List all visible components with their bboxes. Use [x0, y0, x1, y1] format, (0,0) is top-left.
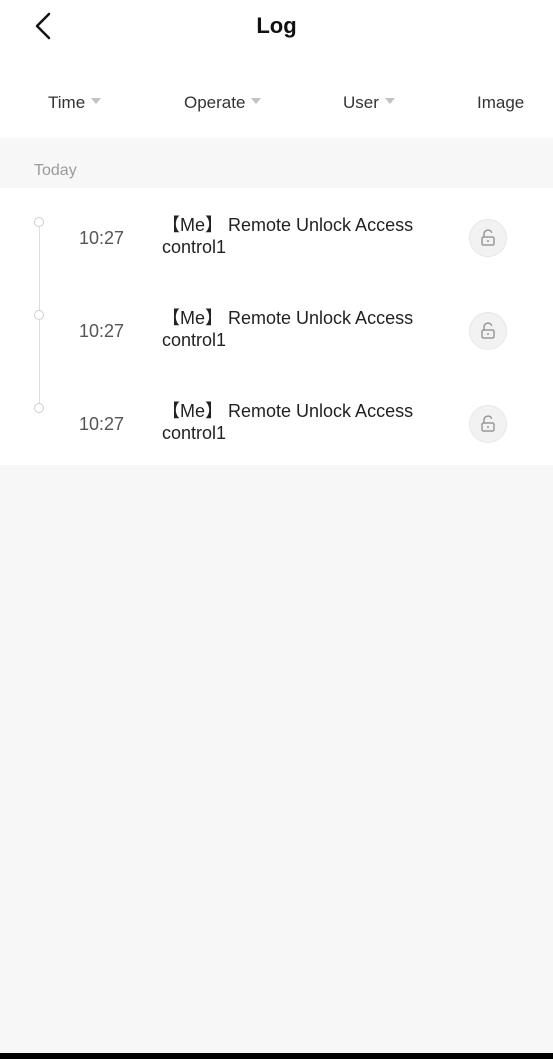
bottom-edge — [0, 1053, 553, 1059]
log-description: 【Me】 Remote Unlock Access control1 — [162, 308, 414, 350]
page-title: Log — [256, 13, 297, 38]
unlock-icon — [481, 415, 495, 432]
unlock-badge — [469, 405, 507, 443]
log-description: 【Me】 Remote Unlock Access control1 — [162, 401, 414, 443]
filter-user[interactable]: User — [343, 93, 395, 113]
top-bar: Log Time Operate User Image — [0, 0, 553, 138]
unlock-badge — [469, 219, 507, 257]
filter-operate[interactable]: Operate — [184, 93, 262, 113]
section-label-today: Today — [34, 162, 77, 179]
caret-down-icon — [384, 98, 395, 104]
log-time: 10:27 — [79, 321, 125, 341]
log-description: 【Me】 Remote Unlock Access control1 — [162, 215, 414, 257]
log-time: 10:27 — [79, 228, 125, 248]
filter-image-label: Image — [477, 93, 525, 112]
caret-down-icon — [251, 98, 262, 104]
log-time: 10:27 — [79, 414, 125, 434]
section-header: Today — [0, 138, 553, 188]
filter-user-label: User — [343, 93, 379, 112]
log-entry[interactable]: 10:27 【Me】 Remote Unlock Access control1 — [0, 293, 553, 373]
log-list: 10:27 【Me】 Remote Unlock Access control1… — [0, 188, 553, 465]
caret-down-icon — [91, 98, 102, 104]
unlock-badge — [469, 312, 507, 350]
filter-operate-label: Operate — [184, 93, 246, 112]
unlock-icon — [481, 229, 495, 246]
log-entry[interactable]: 10:27 【Me】 Remote Unlock Access control1 — [0, 386, 553, 466]
timeline-dot — [34, 310, 44, 320]
unlock-icon — [481, 322, 495, 339]
timeline-dot — [34, 217, 44, 227]
log-entry[interactable]: 10:27 【Me】 Remote Unlock Access control1 — [0, 200, 553, 280]
timeline-dot — [34, 403, 44, 413]
filter-time[interactable]: Time — [48, 93, 102, 113]
filter-image[interactable]: Image — [477, 93, 524, 113]
filter-time-label: Time — [48, 93, 86, 112]
